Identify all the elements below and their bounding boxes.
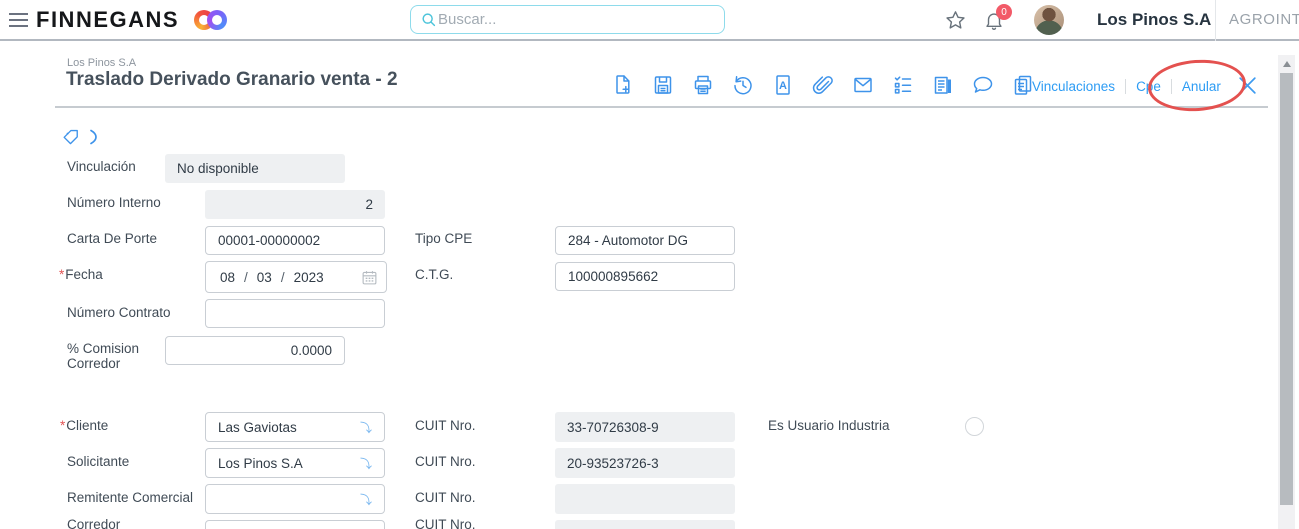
- brand-logo-text: FINNEGANS: [36, 7, 180, 32]
- fecha-label: *Fecha: [59, 267, 103, 282]
- cpe-link[interactable]: Cpe: [1136, 79, 1161, 94]
- cliente-cuit-field: 33-70726308-9: [555, 412, 735, 442]
- checklist-icon[interactable]: [891, 72, 915, 98]
- numero-contrato-input[interactable]: [205, 299, 385, 328]
- expand-chevron-icon[interactable]: [89, 129, 99, 145]
- company-selector[interactable]: Los Pinos S.A: [1097, 10, 1211, 30]
- calendar-icon[interactable]: [361, 269, 378, 286]
- search-icon: [422, 12, 436, 26]
- top-navbar: FINNEGANS 0 Los Pinos S.A AGROINT: [0, 0, 1299, 41]
- solicitante-select[interactable]: Los Pinos S.A ⤵: [205, 448, 385, 478]
- favorites-star-icon[interactable]: [944, 9, 967, 32]
- corredor-cuit-label: CUIT Nro.: [415, 517, 476, 529]
- document-toolbar: A: [611, 72, 1035, 98]
- scrollbar-thumb[interactable]: [1280, 73, 1293, 505]
- carta-de-porte-label: Carta De Porte: [67, 231, 158, 246]
- document-template-icon[interactable]: A: [771, 72, 795, 98]
- page-title: Traslado Derivado Granario venta - 2: [66, 69, 398, 90]
- search-input[interactable]: [438, 11, 715, 28]
- required-marker: *: [59, 267, 65, 282]
- ctg-label: C.T.G.: [415, 267, 454, 282]
- solicitante-cuit-label: CUIT Nro.: [415, 454, 476, 469]
- numero-contrato-label: Número Contrato: [67, 305, 171, 320]
- anular-link[interactable]: Anular: [1182, 79, 1221, 94]
- tipo-cpe-label: Tipo CPE: [415, 231, 473, 246]
- report-icon[interactable]: [931, 72, 955, 98]
- history-icon[interactable]: [731, 72, 755, 98]
- chevron-down-icon: ⤵: [359, 456, 372, 471]
- remitente-comercial-select[interactable]: ⤵: [205, 484, 385, 514]
- notification-badge: 0: [996, 4, 1012, 20]
- ctg-input[interactable]: 100000895662: [555, 262, 735, 291]
- es-usuario-industria-label: Es Usuario Industria: [768, 418, 890, 433]
- corredor-select[interactable]: [205, 520, 385, 529]
- cliente-select[interactable]: Las Gaviotas ⤵: [205, 412, 385, 442]
- required-marker: *: [60, 418, 66, 433]
- scrollbar-up-arrow[interactable]: [1283, 61, 1291, 67]
- tag-icon[interactable]: [61, 127, 80, 146]
- es-usuario-industria-radio[interactable]: [965, 417, 984, 436]
- cliente-label: *Cliente: [60, 418, 109, 433]
- comision-corredor-input[interactable]: 0.0000: [165, 336, 345, 365]
- global-search[interactable]: [410, 5, 725, 34]
- vinculacion-field: No disponible: [165, 154, 345, 183]
- vinculacion-label: Vinculación: [67, 159, 136, 174]
- chevron-down-icon: ⤵: [359, 492, 372, 507]
- remitente-comercial-label: Remitente Comercial: [67, 490, 194, 505]
- brand-logo-icon: [194, 10, 227, 30]
- workspace-label[interactable]: AGROINT: [1229, 11, 1299, 28]
- comments-icon[interactable]: [971, 72, 995, 98]
- remitente-cuit-label: CUIT Nro.: [415, 490, 476, 505]
- solicitante-label: Solicitante: [67, 454, 130, 469]
- email-icon[interactable]: [851, 72, 875, 98]
- vinculaciones-link[interactable]: Vinculaciones: [1032, 79, 1115, 94]
- header-links: Vinculaciones Cpe Anular: [1032, 79, 1221, 94]
- link-divider: [1125, 79, 1127, 94]
- print-icon[interactable]: [691, 72, 715, 98]
- link-divider: [1170, 79, 1172, 94]
- header-company-label: Los Pinos S.A: [67, 57, 137, 69]
- menu-icon[interactable]: [9, 13, 28, 27]
- corredor-label: Corredor: [67, 517, 121, 529]
- corredor-cuit-field: [555, 520, 735, 529]
- fecha-year[interactable]: 2023: [294, 270, 324, 285]
- numero-interno-field: 2: [205, 190, 385, 219]
- application-window: FINNEGANS 0 Los Pinos S.A AGROINT Los Pi…: [0, 0, 1299, 529]
- carta-de-porte-input[interactable]: 00001-00000002: [205, 226, 385, 255]
- user-avatar[interactable]: [1034, 5, 1064, 35]
- numero-interno-label: Número Interno: [67, 195, 161, 210]
- close-icon[interactable]: [1237, 75, 1258, 96]
- fecha-day[interactable]: 08: [220, 270, 235, 285]
- comision-corredor-label: % Comision Corredor: [67, 341, 140, 371]
- save-icon[interactable]: [651, 72, 675, 98]
- fecha-date-input[interactable]: 08 / 03 / 2023: [205, 261, 387, 293]
- svg-text:A: A: [779, 80, 787, 92]
- navbar-divider: [1215, 0, 1216, 41]
- tag-toolbar: [61, 127, 99, 146]
- chevron-down-icon: ⤵: [359, 420, 372, 435]
- tipo-cpe-input[interactable]: 284 - Automotor DG: [555, 226, 735, 255]
- fecha-month[interactable]: 03: [257, 270, 272, 285]
- header-divider: [55, 106, 1268, 108]
- cliente-cuit-label: CUIT Nro.: [415, 418, 476, 433]
- attachment-icon[interactable]: [811, 72, 835, 98]
- new-document-icon[interactable]: [611, 72, 635, 98]
- solicitante-cuit-field: 20-93523726-3: [555, 448, 735, 478]
- remitente-cuit-field: [555, 484, 735, 514]
